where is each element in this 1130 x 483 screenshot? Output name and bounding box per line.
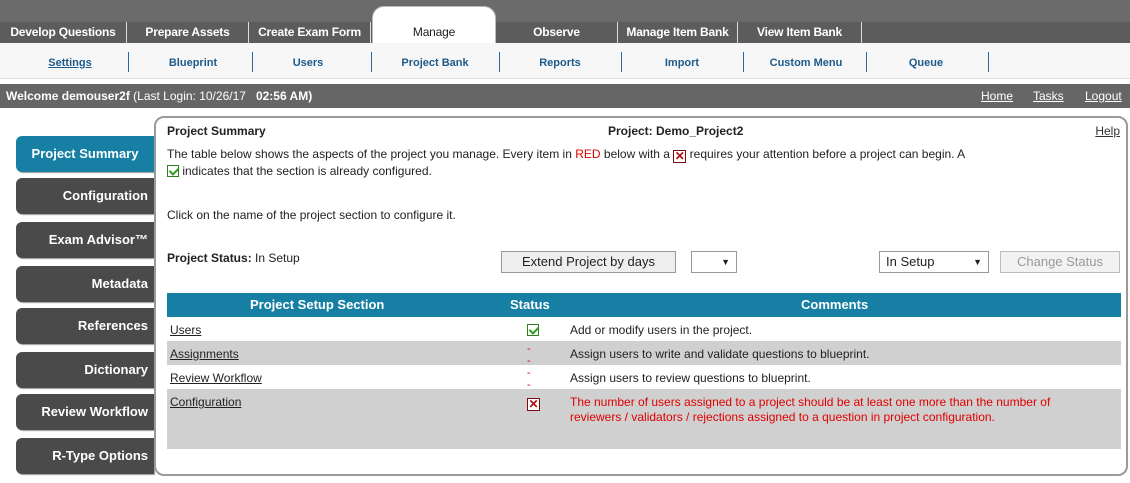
header-section: Project Setup Section xyxy=(250,297,385,312)
x-mark-icon: ✕ xyxy=(527,397,540,411)
subtab-blueprint[interactable]: Blueprint xyxy=(138,53,248,73)
dash-status: -- xyxy=(527,343,531,367)
click-instruction: Click on the name of the project section… xyxy=(167,208,456,222)
status-cell: ✕ xyxy=(527,395,540,411)
subnav-divider xyxy=(988,52,989,72)
tab-observe[interactable]: Observe xyxy=(496,22,618,43)
tab-develop-questions[interactable]: Develop Questions xyxy=(0,22,127,43)
subtab-reports[interactable]: Reports xyxy=(502,53,618,73)
checkmark-icon xyxy=(527,324,539,336)
tab-manage-item-bank[interactable]: Manage Item Bank xyxy=(618,22,738,43)
status-cell xyxy=(527,323,539,337)
subtab-users[interactable]: Users xyxy=(258,53,358,73)
comment-cell: The number of users assigned to a projec… xyxy=(570,395,1051,424)
tab-create-exam-form[interactable]: Create Exam Form xyxy=(249,22,371,43)
header-comments: Comments xyxy=(801,297,869,312)
sub-nav: Settings Blueprint Users Project Bank Re… xyxy=(0,43,1130,79)
tab-manage[interactable]: Manage xyxy=(372,6,496,43)
project-status: Project Status: In Setup xyxy=(167,251,300,265)
intro-text-b: below with a xyxy=(603,147,670,161)
sidebar-item-metadata[interactable]: Metadata xyxy=(16,266,154,302)
sidebar-item-configuration[interactable]: Configuration xyxy=(16,178,154,214)
section-link-configuration[interactable]: Configuration xyxy=(170,395,241,409)
tab-prepare-assets[interactable]: Prepare Assets xyxy=(127,22,249,43)
sidebar-item-review-workflow[interactable]: Review Workflow xyxy=(16,394,154,430)
subnav-divider xyxy=(499,52,500,72)
intro-text-c: requires your attention before a project… xyxy=(689,147,966,161)
change-status-button[interactable]: Change Status xyxy=(1000,251,1120,273)
subtab-import[interactable]: Import xyxy=(624,53,740,73)
intro-red-word: RED xyxy=(575,147,601,161)
project-status-value: In Setup xyxy=(255,251,300,265)
extend-project-button[interactable]: Extend Project by days xyxy=(501,251,676,273)
subtab-settings[interactable]: Settings xyxy=(20,53,120,73)
welcome-bar: Welcome demouser2f (Last Login: 10/26/17… xyxy=(0,84,1130,108)
panel-title: Project Summary xyxy=(167,124,266,138)
last-login-label: (Last Login: 10/26/17 xyxy=(133,89,246,103)
subnav-divider xyxy=(252,52,253,72)
comment-cell: Assign users to review questions to blue… xyxy=(570,371,811,385)
intro-text-d: indicates that the section is already co… xyxy=(182,164,432,178)
checkmark-icon xyxy=(167,165,179,177)
sidebar-item-references[interactable]: References xyxy=(16,308,154,344)
sidebar-item-project-summary[interactable]: Project Summary xyxy=(16,136,154,172)
chevron-down-icon: ▼ xyxy=(721,257,730,267)
sidebar-item-r-type-options[interactable]: R-Type Options xyxy=(16,438,154,474)
header-status: Status xyxy=(510,297,550,312)
subtab-queue[interactable]: Queue xyxy=(866,53,986,73)
sidebar-item-exam-advisor[interactable]: Exam Advisor™ xyxy=(16,222,154,258)
table-row: Review Workflow -- Assign users to revie… xyxy=(167,365,1121,391)
welcome-user: Welcome demouser2f xyxy=(6,89,130,103)
subtab-custom-menu[interactable]: Custom Menu xyxy=(746,53,866,73)
intro-text: The table below shows the aspects of the… xyxy=(167,146,1117,179)
welcome-message: Welcome demouser2f (Last Login: 10/26/17… xyxy=(6,84,312,108)
section-link-assignments[interactable]: Assignments xyxy=(170,347,239,361)
subnav-divider xyxy=(371,52,372,72)
comment-cell: Add or modify users in the project. xyxy=(570,323,753,337)
project-status-label: Project Status: xyxy=(167,251,252,265)
section-link-review-workflow[interactable]: Review Workflow xyxy=(170,371,262,385)
chevron-down-icon: ▼ xyxy=(973,257,982,267)
dash-status: -- xyxy=(527,367,531,391)
intro-text-a: The table below shows the aspects of the… xyxy=(167,147,572,161)
last-login-time: 02:56 AM) xyxy=(255,89,313,103)
setup-table: Project Setup Section Status Comments Us… xyxy=(167,293,1121,449)
table-row: Users Add or modify users in the project… xyxy=(167,317,1121,341)
section-link-users[interactable]: Users xyxy=(170,323,201,337)
subtab-project-bank[interactable]: Project Bank xyxy=(375,53,495,73)
help-link[interactable]: Help xyxy=(1095,124,1120,138)
tasks-link[interactable]: Tasks xyxy=(1033,84,1064,108)
days-select[interactable]: ▼ xyxy=(691,251,737,273)
project-name: Project: Demo_Project2 xyxy=(608,124,744,138)
subnav-divider xyxy=(128,52,129,72)
comment-cell: Assign users to write and validate quest… xyxy=(570,347,870,361)
table-row: Assignments -- Assign users to write and… xyxy=(167,341,1121,367)
table-row: Configuration ✕ The number of users assi… xyxy=(167,389,1121,449)
status-select[interactable]: In Setup ▼ xyxy=(879,251,989,273)
subnav-divider xyxy=(621,52,622,72)
top-nav: Develop Questions Prepare Assets Create … xyxy=(0,0,1130,43)
subnav-divider xyxy=(743,52,744,72)
logout-link[interactable]: Logout xyxy=(1085,84,1122,108)
sidebar-item-dictionary[interactable]: Dictionary xyxy=(16,352,154,388)
tab-view-item-bank[interactable]: View Item Bank xyxy=(738,22,862,43)
home-link[interactable]: Home xyxy=(981,84,1013,108)
table-header: Project Setup Section Status Comments xyxy=(167,293,1121,317)
project-summary-panel: Project Summary Project: Demo_Project2 H… xyxy=(154,116,1128,476)
status-select-value: In Setup xyxy=(886,254,935,269)
x-mark-icon: ✕ xyxy=(673,149,687,163)
